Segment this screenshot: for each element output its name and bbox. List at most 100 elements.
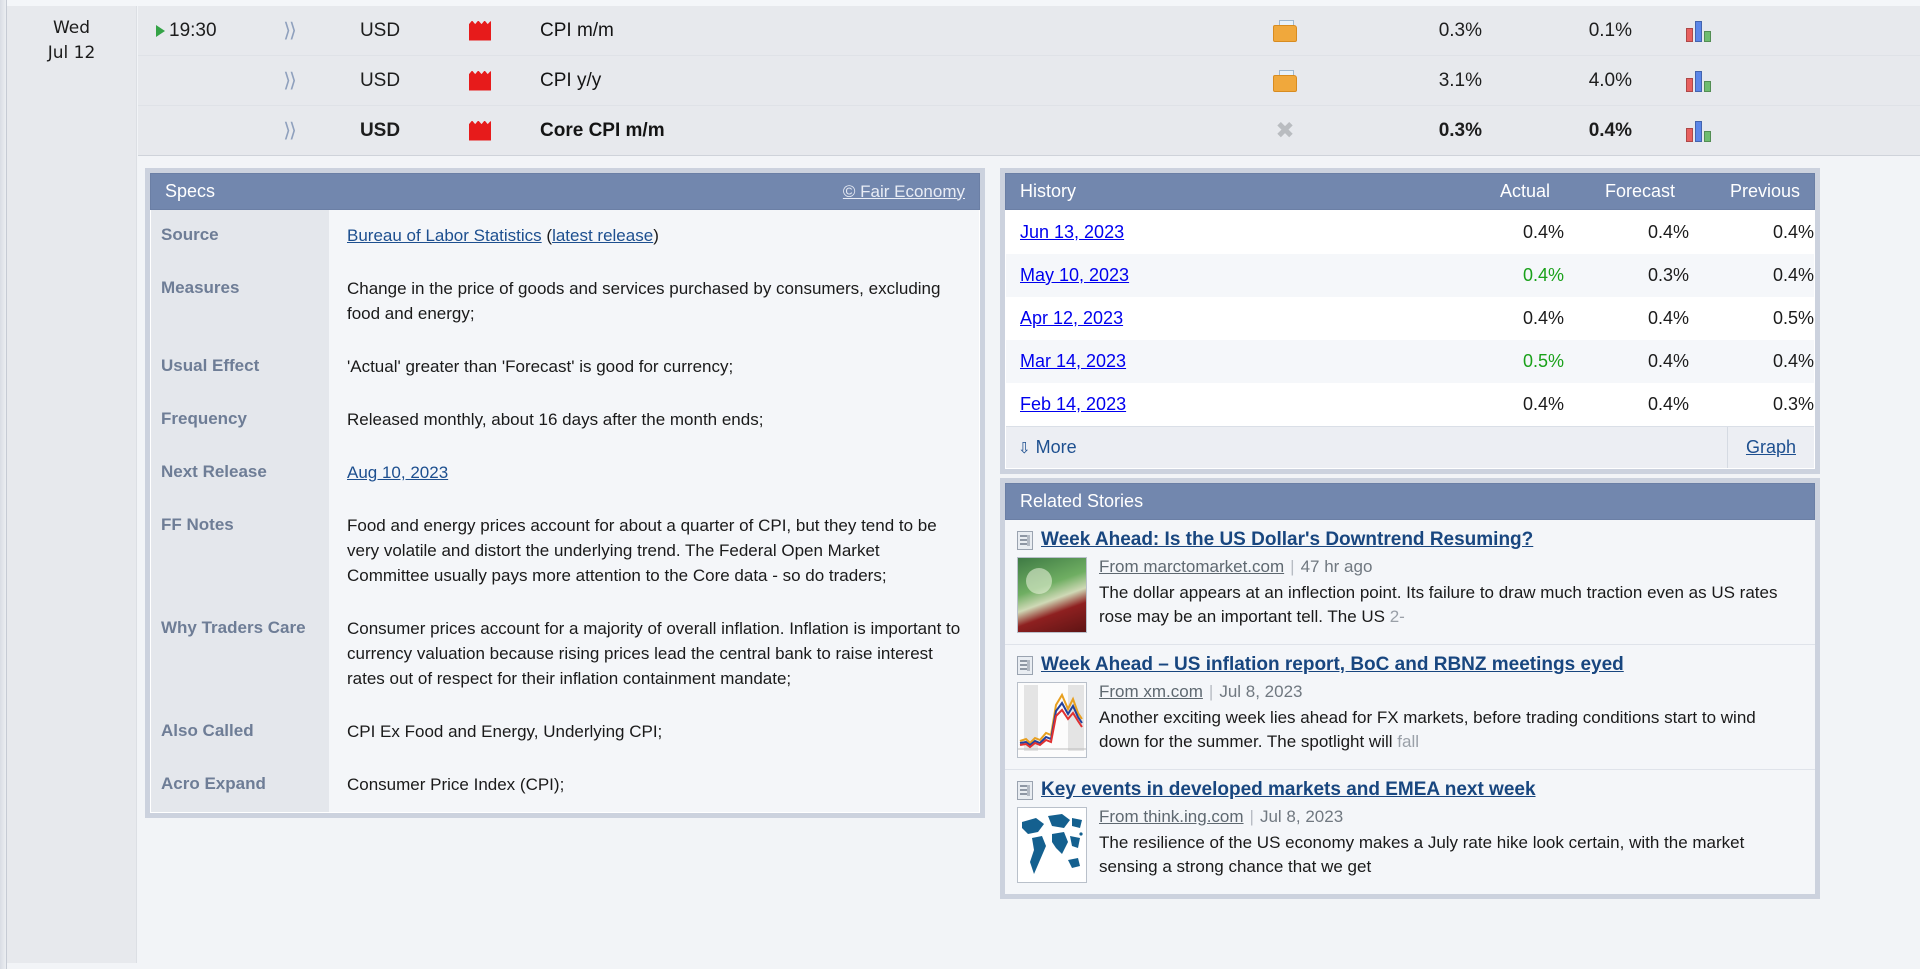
event-detail-cell[interactable]	[1220, 19, 1350, 42]
story-time: Jul 8, 2023	[1259, 807, 1344, 826]
folder-document-icon[interactable]	[1273, 19, 1297, 42]
history-date-link[interactable]: Feb 14, 2023	[1020, 394, 1126, 414]
story-meta: From think.ing.com | Jul 8, 2023	[1099, 807, 1801, 827]
event-graph-cell[interactable]	[1650, 120, 1746, 142]
story-title-link[interactable]: Key events in developed markets and EMEA…	[1041, 779, 1536, 801]
history-date-link[interactable]: May 10, 2023	[1020, 265, 1129, 285]
calendar-event-group: Wed Jul 12 19:30 ⟩⟩ USD CPI m/m 0.3% 0.1…	[7, 0, 1920, 963]
line-chart-thumbnail-icon	[1018, 683, 1086, 757]
sound-alert-cell[interactable]: ⟩⟩	[248, 68, 330, 93]
folder-document-icon[interactable]	[1273, 69, 1297, 92]
story-item[interactable]: Week Ahead – US inflation report, BoC an…	[1005, 645, 1815, 770]
bar-chart-icon[interactable]	[1685, 20, 1711, 42]
graph-link[interactable]: Graph	[1746, 437, 1796, 458]
history-row[interactable]: May 10, 2023 0.4% 0.3% 0.4%	[1006, 254, 1814, 297]
calendar-row[interactable]: 19:30 ⟩⟩ USD CPI m/m 0.3% 0.1%	[138, 6, 1920, 56]
event-forecast: 4.0%	[1588, 69, 1632, 91]
story-item[interactable]: Key events in developed markets and EMEA…	[1005, 770, 1815, 894]
story-item[interactable]: Week Ahead: Is the US Dollar's Downtrend…	[1005, 520, 1815, 645]
story-source-link[interactable]: From think.ing.com	[1099, 807, 1244, 826]
more-button[interactable]: ⇩ More	[1018, 437, 1727, 458]
sound-wave-icon[interactable]: ⟩⟩	[283, 68, 297, 93]
story-thumbnail[interactable]	[1017, 807, 1087, 883]
history-date-cell[interactable]: Mar 14, 2023	[1020, 351, 1439, 372]
close-x-icon[interactable]: ✖	[1274, 118, 1296, 142]
history-date-cell[interactable]: Jun 13, 2023	[1020, 222, 1439, 243]
sound-alert-cell[interactable]: ⟩⟩	[248, 18, 330, 43]
story-source-link[interactable]: From marctomarket.com	[1099, 557, 1284, 576]
event-detail-cell[interactable]	[1220, 69, 1350, 92]
story-title-link[interactable]: Week Ahead – US inflation report, BoC an…	[1041, 654, 1624, 676]
sound-wave-icon[interactable]: ⟩⟩	[283, 18, 297, 43]
related-stories-title: Related Stories	[1020, 491, 1144, 511]
story-thumbnail[interactable]	[1017, 682, 1087, 758]
calendar-row[interactable]: ⟩⟩ USD CPI y/y 3.1% 4.0%	[138, 56, 1920, 106]
sound-alert-cell[interactable]: ⟩⟩	[248, 118, 330, 143]
event-title[interactable]: CPI m/m	[530, 20, 1220, 42]
specs-panel: Specs © Fair Economy Source Bureau of La…	[145, 168, 985, 818]
history-date-link[interactable]: Jun 13, 2023	[1020, 222, 1124, 242]
specs-label: Frequency	[151, 393, 329, 447]
forex-calendar-detail-page: Wed Jul 12 19:30 ⟩⟩ USD CPI m/m 0.3% 0.1…	[0, 0, 1920, 969]
specs-row-frequency: Frequency Released monthly, about 16 day…	[151, 393, 979, 447]
history-row[interactable]: Jun 13, 2023 0.4% 0.4% 0.4%	[1006, 211, 1814, 254]
story-title-link[interactable]: Week Ahead: Is the US Dollar's Downtrend…	[1041, 529, 1533, 551]
next-release-link[interactable]: Aug 10, 2023	[347, 463, 448, 482]
history-row[interactable]: Mar 14, 2023 0.5% 0.4% 0.4%	[1006, 340, 1814, 383]
story-description-text: The dollar appears at an inflection poin…	[1099, 583, 1778, 627]
sound-wave-icon[interactable]: ⟩⟩	[283, 118, 297, 143]
history-row[interactable]: Feb 14, 2023 0.4% 0.4% 0.3%	[1006, 383, 1814, 426]
play-icon[interactable]	[156, 24, 165, 37]
specs-label: Also Called	[151, 705, 329, 759]
graph-button[interactable]: Graph	[1726, 427, 1814, 468]
red-folder-flag-icon	[469, 70, 491, 91]
specs-value: Aug 10, 2023	[329, 446, 979, 500]
event-actual: 0.3%	[1438, 19, 1482, 41]
source-paren-close: )	[653, 226, 659, 245]
history-row[interactable]: Apr 12, 2023 0.4% 0.4% 0.5%	[1006, 297, 1814, 340]
news-article-icon	[1017, 655, 1033, 675]
event-graph-cell[interactable]	[1650, 70, 1746, 92]
history-date-cell[interactable]: May 10, 2023	[1020, 265, 1439, 286]
event-title[interactable]: Core CPI m/m	[530, 120, 1220, 142]
specs-value: Change in the price of goods and service…	[329, 262, 979, 341]
event-title[interactable]: CPI y/y	[530, 70, 1220, 92]
event-impact-cell	[430, 70, 530, 91]
specs-row-source: Source Bureau of Labor Statistics (lates…	[151, 210, 979, 263]
red-folder-flag-icon	[469, 20, 491, 41]
specs-value: 'Actual' greater than 'Forecast' is good…	[329, 340, 979, 394]
story-source-link[interactable]: From xm.com	[1099, 682, 1203, 701]
meta-separator: |	[1290, 557, 1295, 576]
history-previous: 0.4%	[1772, 222, 1814, 242]
specs-label: Source	[151, 210, 329, 263]
history-panel: History Actual Forecast Previous Jun 13,…	[1000, 168, 1820, 474]
fair-economy-link[interactable]: © Fair Economy	[843, 182, 965, 202]
history-date-cell[interactable]: Apr 12, 2023	[1020, 308, 1439, 329]
story-time: Jul 8, 2023	[1219, 682, 1303, 701]
source-link[interactable]: Bureau of Labor Statistics	[347, 226, 542, 245]
latest-release-link[interactable]: latest release	[552, 226, 653, 245]
story-body: From marctomarket.com | 47 hr ago The doll…	[1017, 557, 1801, 633]
history-forecast: 0.4%	[1647, 308, 1689, 328]
bar-chart-icon[interactable]	[1685, 120, 1711, 142]
event-detail-cell[interactable]: ✖	[1220, 118, 1350, 142]
event-actual: 3.1%	[1438, 69, 1482, 91]
history-actual: 0.4%	[1522, 222, 1564, 242]
history-forecast: 0.4%	[1647, 222, 1689, 242]
event-time: 19:30	[169, 19, 217, 41]
history-table: Jun 13, 2023 0.4% 0.4% 0.4% May 10, 2023…	[1005, 210, 1815, 469]
story-time: 47 hr ago	[1300, 557, 1373, 576]
event-time-cell: 19:30	[138, 20, 248, 42]
story-description-text: The resilience of the US economy makes a…	[1099, 833, 1745, 877]
bar-chart-icon[interactable]	[1685, 70, 1711, 92]
history-previous: 0.4%	[1772, 265, 1814, 285]
calendar-row[interactable]: ⟩⟩ USD Core CPI m/m ✖ 0.3% 0.4%	[138, 106, 1920, 156]
page-scroll-gutter[interactable]	[0, 0, 7, 969]
history-actual: 0.4%	[1522, 265, 1564, 285]
history-date-cell[interactable]: Feb 14, 2023	[1020, 394, 1439, 415]
history-forecast: 0.4%	[1647, 394, 1689, 414]
history-date-link[interactable]: Mar 14, 2023	[1020, 351, 1126, 371]
event-graph-cell[interactable]	[1650, 20, 1746, 42]
story-thumbnail[interactable]	[1017, 557, 1087, 633]
history-date-link[interactable]: Apr 12, 2023	[1020, 308, 1123, 328]
